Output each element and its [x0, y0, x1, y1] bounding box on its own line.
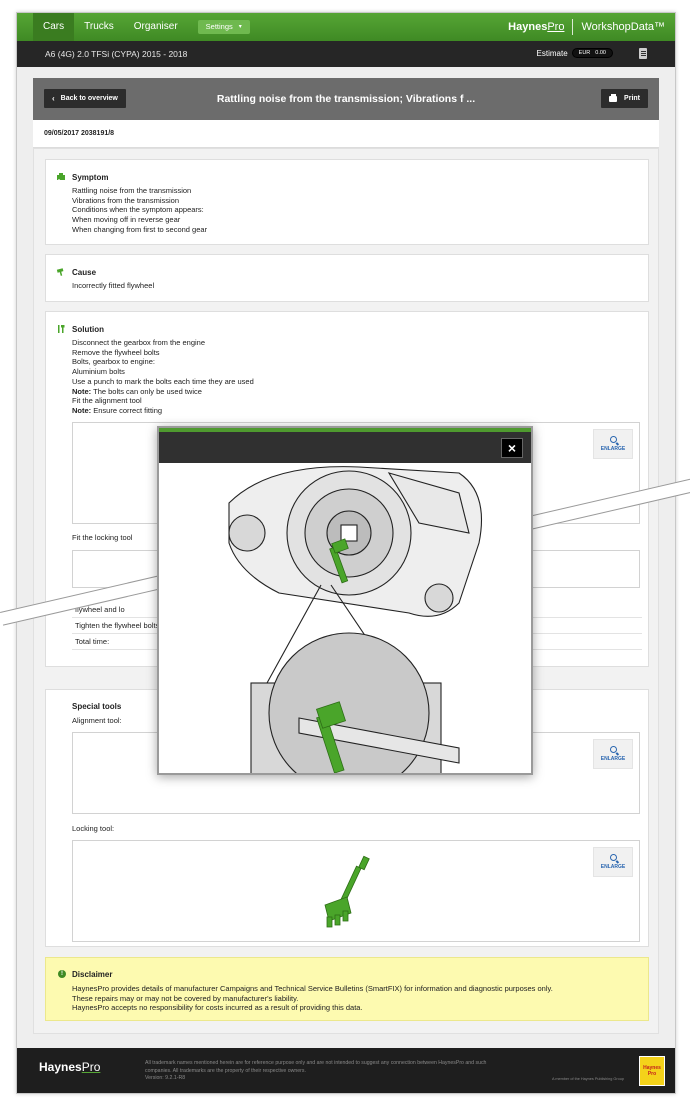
- locking-tool-drawing: [324, 855, 370, 928]
- bulletin-reference: 09/05/2017 2038191/8: [33, 120, 659, 148]
- symptom-card: Symptom Rattling noise from the transmis…: [45, 159, 649, 245]
- solution-line: Aluminium bolts: [72, 367, 125, 377]
- estimate-currency: EUR: [578, 50, 591, 56]
- solution-line: Use a punch to mark the bolts each time …: [72, 376, 254, 386]
- top-nav: Cars Trucks Organiser Settings ▾ HaynesP…: [17, 13, 675, 41]
- special-tools-title: Special tools: [72, 702, 122, 711]
- haynes-badge-logo: Haynes Pro: [639, 1056, 665, 1086]
- enlarge-button[interactable]: ENLARGE: [593, 739, 633, 769]
- symptom-line: Rattling noise from the transmission: [72, 186, 192, 195]
- magnifier-icon: [609, 854, 617, 861]
- tab-organiser[interactable]: Organiser: [124, 13, 188, 41]
- modal-header: ×: [159, 428, 531, 463]
- document-icon[interactable]: [639, 48, 647, 59]
- symptom-title: Symptom: [72, 172, 109, 182]
- brand-logo: HaynesPro: [508, 21, 565, 33]
- enlarge-label: ENLARGE: [600, 756, 626, 762]
- info-circle-icon: !: [58, 970, 66, 978]
- estimate-amount: 0.00: [595, 50, 606, 56]
- cause-card: Cause Incorrectly fitted flywheel: [45, 254, 649, 302]
- footer-legal: All trademark names mentioned herein are…: [145, 1060, 487, 1081]
- image-viewer-modal: ×: [157, 426, 533, 775]
- enlarge-button[interactable]: ENLARGE: [593, 847, 633, 877]
- back-to-overview-button[interactable]: ‹ Back to overview: [44, 89, 126, 108]
- solution-line: Disconnect the gearbox from the engine: [72, 338, 205, 347]
- enlarge-button[interactable]: ENLARGE: [593, 429, 633, 459]
- modal-image: [159, 463, 531, 773]
- vehicle-title[interactable]: A6 (4G) 2.0 TFSi (CYPA) 2015 - 2018: [45, 49, 187, 59]
- disclaimer: ! Disclaimer HaynesPro provides details …: [45, 957, 649, 1021]
- solution-title: Solution: [72, 324, 104, 334]
- product-name: WorkshopData™: [581, 21, 665, 33]
- cause-title: Cause: [72, 267, 97, 277]
- page-title: Rattling noise from the transmission; Vi…: [216, 93, 476, 105]
- car-damage-icon: [57, 173, 65, 182]
- estimate[interactable]: Estimate EUR 0.00: [537, 48, 613, 58]
- symptom-line: When moving off in reverse gear: [72, 215, 181, 225]
- disclaimer-line: HaynesPro provides details of manufactur…: [72, 984, 553, 993]
- solution-note: Note: Ensure correct fitting: [72, 405, 163, 415]
- symptom-line: When changing from first to second gear: [72, 224, 208, 234]
- footer-member-text: A member of the Haynes Publishing Group: [552, 1077, 624, 1081]
- title-bar: ‹ Back to overview Rattling noise from t…: [33, 78, 659, 120]
- solution-line: Fit the locking tool: [72, 533, 133, 542]
- magnifier-icon: [609, 436, 617, 443]
- vehicle-bar: A6 (4G) 2.0 TFSi (CYPA) 2015 - 2018 Esti…: [17, 41, 675, 67]
- brand: HaynesPro WorkshopData™: [508, 13, 665, 41]
- enlarge-label: ENLARGE: [600, 864, 626, 870]
- chevron-down-icon: ▾: [238, 24, 242, 30]
- brand-separator: [572, 19, 574, 35]
- locking-tool-image: ENLARGE: [72, 840, 640, 942]
- solution-line: Fit the alignment tool: [72, 396, 142, 406]
- solution-line: Remove the flywheel bolts: [72, 347, 160, 357]
- print-label: Print: [624, 95, 640, 102]
- back-label: Back to overview: [60, 95, 118, 102]
- tab-trucks[interactable]: Trucks: [74, 13, 124, 41]
- tab-cars[interactable]: Cars: [33, 13, 75, 41]
- disclaimer-title: Disclaimer: [72, 970, 113, 979]
- disclaimer-line: HaynesPro accepts no responsibility for …: [72, 1003, 363, 1013]
- locking-tool-label: Locking tool:: [72, 824, 115, 833]
- printer-icon: [609, 93, 618, 102]
- symptom-line: Conditions when the symptom appears:: [72, 205, 204, 215]
- estimate-amount-badge: EUR 0.00: [571, 48, 613, 58]
- print-button[interactable]: Print: [601, 89, 648, 108]
- settings-dropdown[interactable]: Settings ▾: [197, 20, 250, 34]
- estimate-label: Estimate: [536, 48, 568, 58]
- enlarge-label: ENLARGE: [600, 446, 626, 452]
- settings-label: Settings: [205, 22, 233, 31]
- tools-icon: [58, 325, 65, 333]
- solution-note: Note: The bolts can only be used twice: [72, 386, 202, 396]
- solution-line: Bolts, gearbox to engine:: [72, 357, 155, 367]
- symptom-line: Vibrations from the transmission: [72, 195, 179, 205]
- disclaimer-line: These repairs may or may not be covered …: [72, 993, 299, 1003]
- footer-logo: HaynesPro: [39, 1060, 101, 1074]
- transmission-illustration: [228, 466, 482, 773]
- cause-line: Incorrectly fitted flywheel: [72, 281, 155, 290]
- alignment-tool-label: Alignment tool:: [72, 716, 122, 725]
- chevron-left-icon: ‹: [52, 94, 55, 103]
- magnifier-icon: [609, 746, 617, 753]
- hammer-icon: [56, 268, 64, 276]
- close-icon[interactable]: ×: [501, 438, 523, 458]
- footer: HaynesPro All trademark names mentioned …: [17, 1048, 675, 1093]
